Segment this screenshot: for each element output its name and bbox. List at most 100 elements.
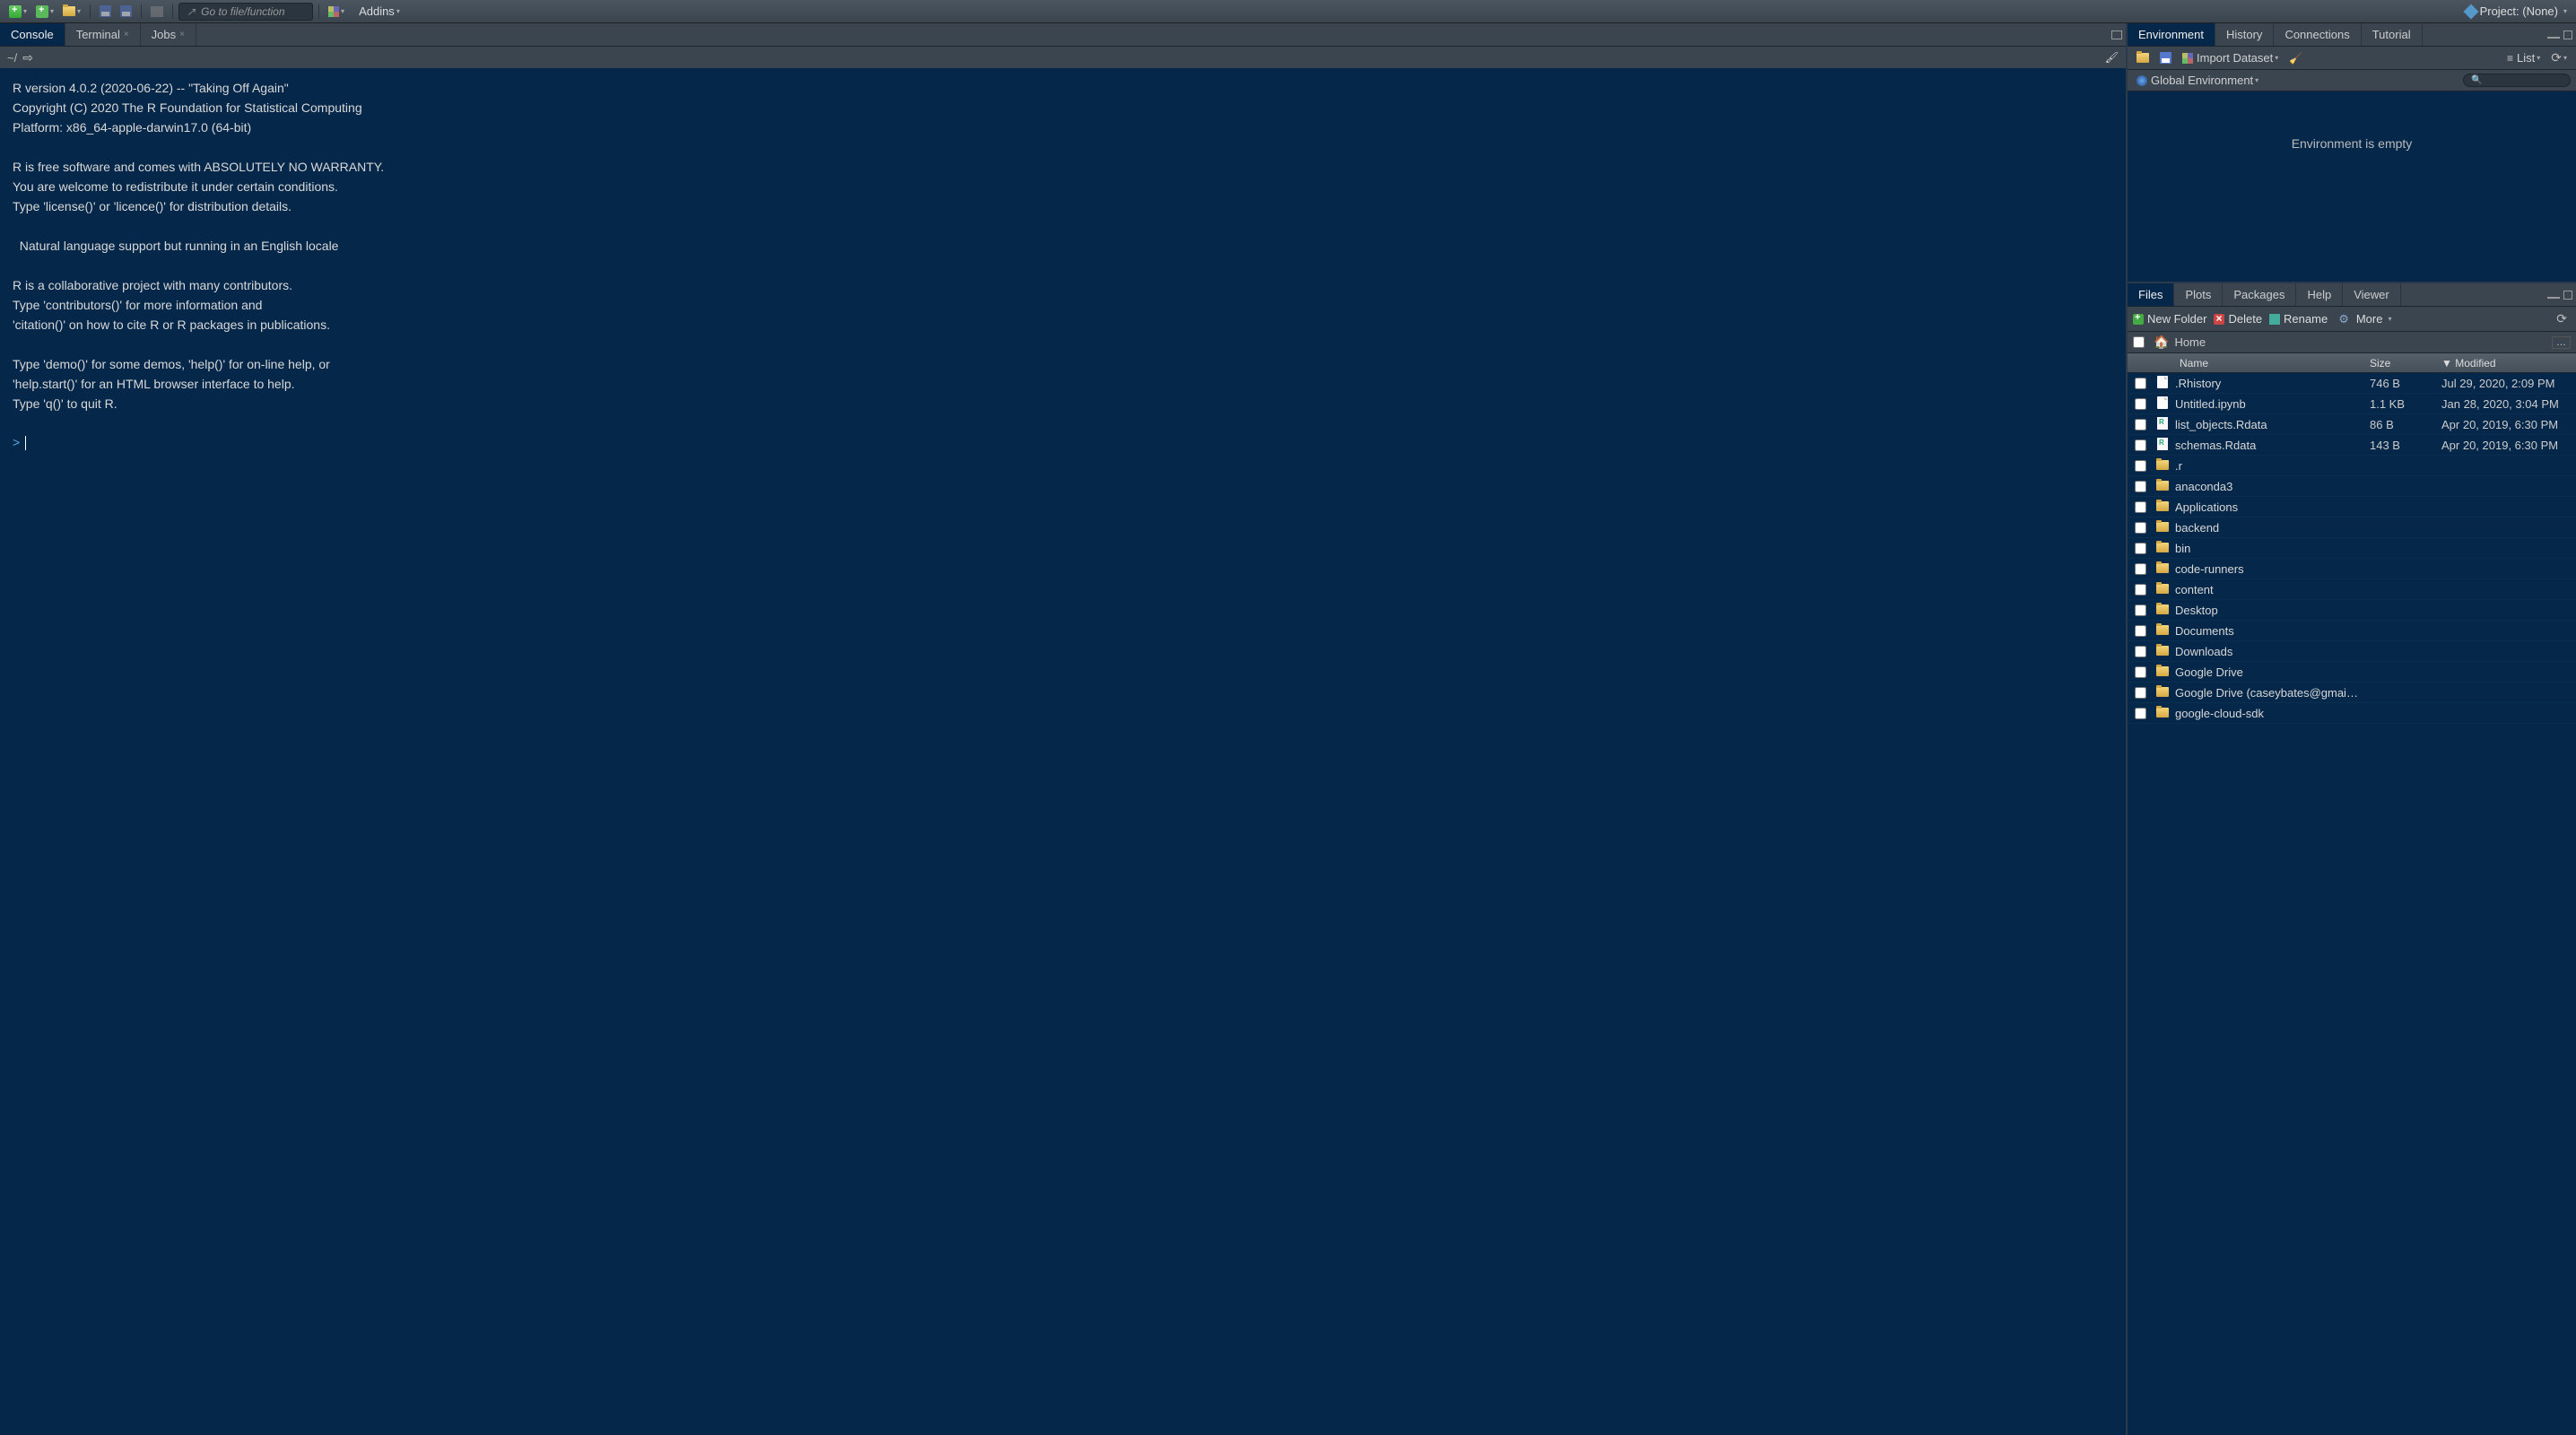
file-checkbox[interactable] <box>2135 625 2146 637</box>
file-size: 1.1 KB <box>2370 397 2441 411</box>
env-clear-button[interactable]: 🧹 <box>2285 50 2306 66</box>
file-row[interactable]: .r <box>2128 456 2576 476</box>
right-column: EnvironmentHistoryConnectionsTutorial Im… <box>2128 23 2576 1435</box>
console-output-area[interactable]: R version 4.0.2 (2020-06-22) -- "Taking … <box>0 68 2126 1435</box>
close-icon[interactable]: × <box>124 30 129 39</box>
file-checkbox[interactable] <box>2135 543 2146 554</box>
tab-history[interactable]: History <box>2215 23 2274 46</box>
header-name[interactable]: Name <box>2176 357 2370 370</box>
tab-plots[interactable]: Plots <box>2174 283 2223 306</box>
file-row[interactable]: anaconda3 <box>2128 476 2576 497</box>
file-checkbox[interactable] <box>2135 584 2146 596</box>
folder-icon <box>2156 563 2169 573</box>
file-row[interactable]: google-cloud-sdk <box>2128 703 2576 724</box>
tab-help[interactable]: Help <box>2296 283 2343 306</box>
env-scope-label: Global Environment <box>2151 74 2253 87</box>
open-button[interactable] <box>59 4 84 18</box>
refresh-icon: ⟳ <box>2551 50 2562 65</box>
file-row[interactable]: Applications <box>2128 497 2576 517</box>
console-pane: ConsoleTerminal×Jobs× ~/ ⇨ 🖌 R version 4… <box>0 23 2128 1435</box>
file-modified: Apr 20, 2019, 6:30 PM <box>2441 418 2576 431</box>
file-row[interactable]: code-runners <box>2128 559 2576 579</box>
file-row[interactable]: bin <box>2128 538 2576 559</box>
file-row[interactable]: Google Drive <box>2128 662 2576 683</box>
files-refresh-button[interactable]: ⟳ <box>2553 309 2571 328</box>
file-row[interactable]: Downloads <box>2128 641 2576 662</box>
file-checkbox[interactable] <box>2135 460 2146 472</box>
save-button[interactable] <box>96 4 115 19</box>
env-scope-selector[interactable]: Global Environment <box>2133 72 2262 89</box>
file-checkbox[interactable] <box>2135 481 2146 492</box>
close-icon[interactable]: × <box>179 30 185 39</box>
env-refresh-button[interactable]: ⟳ <box>2547 48 2571 67</box>
pane-popout-icon[interactable] <box>2111 30 2122 39</box>
import-dataset-button[interactable]: Import Dataset <box>2179 49 2282 66</box>
pane-minimize-icon[interactable] <box>2547 37 2560 39</box>
tab-environment[interactable]: Environment <box>2128 23 2215 46</box>
file-row[interactable]: content <box>2128 579 2576 600</box>
console-arrow-icon[interactable]: ⇨ <box>22 50 33 65</box>
file-row[interactable]: list_objects.Rdata86 BApr 20, 2019, 6:30… <box>2128 414 2576 435</box>
file-checkbox[interactable] <box>2135 646 2146 657</box>
save-all-button[interactable] <box>117 4 135 19</box>
project-menu[interactable]: Project: (None) <box>2462 3 2571 20</box>
new-file-button[interactable] <box>5 4 30 20</box>
file-checkbox[interactable] <box>2135 687 2146 699</box>
tab-files[interactable]: Files <box>2128 283 2174 306</box>
tab-tutorial[interactable]: Tutorial <box>2362 23 2423 46</box>
pane-maximize-icon[interactable] <box>2563 291 2572 300</box>
file-checkbox[interactable] <box>2135 398 2146 410</box>
file-size: 143 B <box>2370 439 2441 452</box>
file-checkbox[interactable] <box>2135 378 2146 389</box>
print-button[interactable] <box>147 4 167 19</box>
tab-terminal[interactable]: Terminal× <box>65 23 141 46</box>
goto-file-input[interactable]: ↗ Go to file/function <box>178 3 313 21</box>
file-checkbox[interactable] <box>2135 419 2146 430</box>
tab-jobs[interactable]: Jobs× <box>141 23 196 46</box>
file-row[interactable]: schemas.Rdata143 BApr 20, 2019, 6:30 PM <box>2128 435 2576 456</box>
new-project-button[interactable] <box>32 4 57 20</box>
file-checkbox[interactable] <box>2135 666 2146 678</box>
home-icon[interactable]: 🏠 <box>2154 335 2169 350</box>
env-list-label: List <box>2517 51 2535 65</box>
env-save-button[interactable] <box>2156 50 2175 65</box>
file-checkbox[interactable] <box>2135 563 2146 575</box>
env-search-input[interactable]: 🔍 <box>2463 74 2571 87</box>
delete-button[interactable]: Delete <box>2214 312 2262 326</box>
file-row[interactable]: Untitled.ipynb1.1 KBJan 28, 2020, 3:04 P… <box>2128 394 2576 414</box>
file-checkbox[interactable] <box>2135 501 2146 513</box>
file-checkbox[interactable] <box>2135 604 2146 616</box>
cursor-icon <box>25 436 26 450</box>
file-checkbox[interactable] <box>2135 439 2146 451</box>
pane-maximize-icon[interactable] <box>2563 30 2572 39</box>
header-size[interactable]: Size <box>2370 357 2441 370</box>
rename-button[interactable]: Rename <box>2269 312 2328 326</box>
file-checkbox[interactable] <box>2135 522 2146 534</box>
file-row[interactable]: Documents <box>2128 621 2576 641</box>
files-select-all-checkbox[interactable] <box>2133 336 2145 348</box>
file-row[interactable]: Desktop <box>2128 600 2576 621</box>
new-folder-button[interactable]: New Folder <box>2133 312 2206 326</box>
clear-console-icon[interactable]: 🖌 <box>2105 51 2119 64</box>
tab-connections[interactable]: Connections <box>2274 23 2361 46</box>
file-name: anaconda3 <box>2175 480 2370 493</box>
files-path-more[interactable]: … <box>2552 336 2571 349</box>
file-row[interactable]: .Rhistory746 BJul 29, 2020, 2:09 PM <box>2128 373 2576 394</box>
file-checkbox[interactable] <box>2135 708 2146 719</box>
header-modified[interactable]: ▼ Modified <box>2441 357 2576 370</box>
more-button[interactable]: ⚙More <box>2335 310 2395 328</box>
files-path-label[interactable]: Home <box>2174 335 2206 349</box>
env-view-mode[interactable]: ≡ List <box>2503 49 2544 66</box>
tools-grid-button[interactable] <box>325 4 348 19</box>
pane-minimize-icon[interactable] <box>2547 297 2560 299</box>
file-row[interactable]: backend <box>2128 517 2576 538</box>
file-icon <box>2157 396 2168 409</box>
tab-packages[interactable]: Packages <box>2223 283 2296 306</box>
env-load-button[interactable] <box>2133 51 2153 65</box>
main-toolbar: ↗ Go to file/function Addins Project: (N… <box>0 0 2576 23</box>
file-row[interactable]: Google Drive (caseybates@gmai… <box>2128 683 2576 703</box>
folder-icon <box>2137 53 2149 63</box>
tab-viewer[interactable]: Viewer <box>2343 283 2401 306</box>
tab-console[interactable]: Console <box>0 23 65 46</box>
addins-menu[interactable]: Addins <box>355 3 404 20</box>
